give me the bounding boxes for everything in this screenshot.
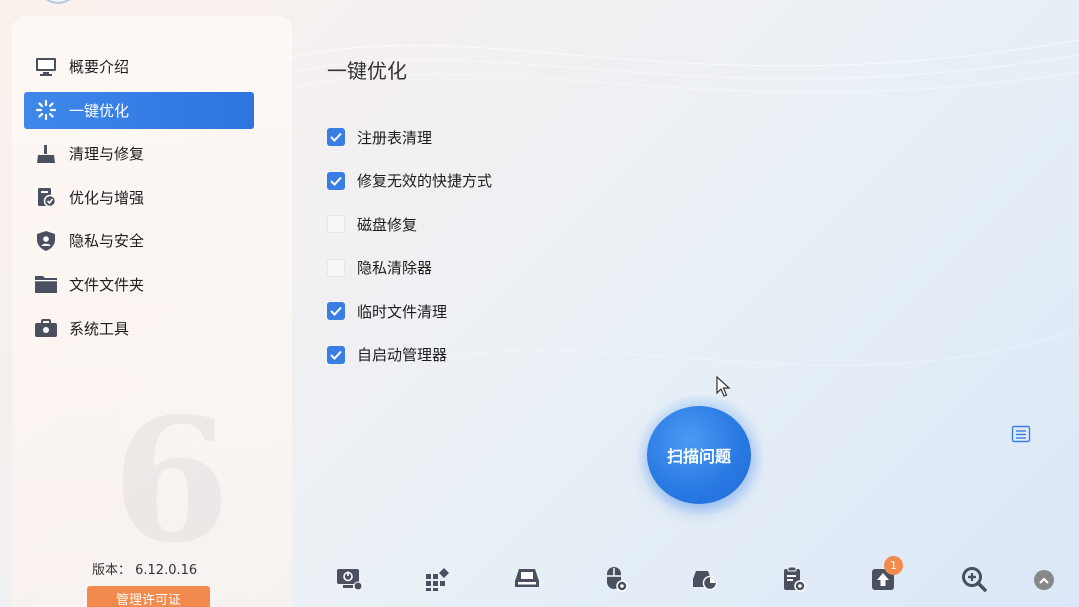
details-list-icon[interactable]	[1011, 425, 1031, 443]
option-label: 临时文件清理	[357, 302, 448, 321]
mouse-cursor-icon	[716, 376, 731, 397]
option-label: 自启动管理器	[357, 346, 448, 365]
sidebar-item-privacy-security[interactable]: 隐私与安全	[24, 222, 254, 259]
sidebar-item-system-tools[interactable]: 系统工具	[24, 310, 254, 347]
option-startup-manager[interactable]: 自启动管理器	[327, 344, 492, 366]
checkbox[interactable]	[327, 345, 345, 364]
option-label: 隐私清除器	[357, 259, 433, 278]
option-label: 磁盘修复	[357, 215, 418, 234]
page-title: 一键优化	[327, 59, 407, 83]
avatar	[38, 0, 78, 4]
manage-license-button[interactable]: 管理许可证	[87, 586, 210, 607]
option-temp-files-clean[interactable]: 临时文件清理	[327, 300, 492, 322]
sidebar-item-overview[interactable]: 概要介绍	[24, 48, 254, 85]
option-label: 注册表清理	[357, 128, 433, 147]
sidebar-item-label: 优化与增强	[69, 188, 145, 207]
sidebar-item-clean-repair[interactable]: 清理与修复	[24, 135, 254, 172]
optimize-options-list: 注册表清理 修复无效的快捷方式 磁盘修复 隐私清除器 临时文件清理 自启动管理器	[327, 126, 492, 388]
chevron-up-icon	[1039, 577, 1049, 584]
option-fix-shortcuts[interactable]: 修复无效的快捷方式	[327, 170, 492, 192]
sparkle-icon	[34, 98, 58, 122]
option-registry-clean[interactable]: 注册表清理	[327, 126, 492, 148]
sidebar-item-label: 文件文件夹	[69, 275, 145, 294]
checkbox[interactable]	[327, 215, 345, 234]
option-privacy-cleaner[interactable]: 隐私清除器	[327, 257, 492, 279]
toolbox-icon	[34, 316, 58, 340]
checkbox[interactable]	[327, 171, 345, 190]
sidebar-item-label: 一键优化	[69, 101, 130, 120]
scan-issues-button[interactable]: 扫描问题	[647, 406, 751, 504]
disk-pie-icon[interactable]	[688, 562, 722, 596]
checkbox[interactable]	[327, 258, 345, 277]
option-disk-repair[interactable]: 磁盘修复	[327, 213, 492, 235]
disk-icon[interactable]	[510, 562, 544, 596]
sidebar-item-optimize-enhance[interactable]: 优化与增强	[24, 179, 254, 216]
apps-grid-icon[interactable]	[421, 562, 455, 596]
upgrade-icon[interactable]: 1	[866, 556, 903, 596]
update-count-badge: 1	[884, 556, 903, 575]
sidebar-item-label: 系统工具	[69, 319, 130, 338]
broom-icon	[34, 142, 58, 166]
power-monitor-icon[interactable]	[332, 562, 366, 596]
clipboard-gear-icon[interactable]	[777, 562, 811, 596]
sidebar-nav: 概要介绍 一键优化 清理与修复 优化与增强 隐私与安全 文件文件夹 系统工具	[24, 48, 254, 353]
version-text: 版本： 6.12.0.16	[92, 563, 198, 578]
sidebar-item-one-click-optimize[interactable]: 一键优化	[24, 91, 254, 129]
version-watermark: 6	[112, 381, 231, 581]
folder-icon	[34, 272, 58, 296]
boost-icon	[34, 185, 58, 209]
checkbox[interactable]	[327, 302, 345, 321]
shield-icon	[34, 229, 58, 253]
checkbox[interactable]	[327, 128, 345, 146]
zoom-in-icon[interactable]	[957, 562, 991, 596]
sidebar-item-files-folders[interactable]: 文件文件夹	[24, 266, 254, 303]
sidebar-item-label: 清理与修复	[69, 145, 145, 164]
sidebar-item-label: 隐私与安全	[69, 232, 145, 251]
sidebar-item-label: 概要介绍	[69, 58, 130, 76]
mouse-gear-icon[interactable]	[599, 562, 633, 596]
sidebar: 6 概要介绍 一键优化 清理与修复 优化与增强 隐私与安全 文件文件夹 系统工具…	[12, 16, 292, 607]
option-label: 修复无效的快捷方式	[357, 172, 493, 191]
monitor-icon	[34, 55, 58, 79]
scroll-up-button[interactable]	[1034, 570, 1054, 590]
